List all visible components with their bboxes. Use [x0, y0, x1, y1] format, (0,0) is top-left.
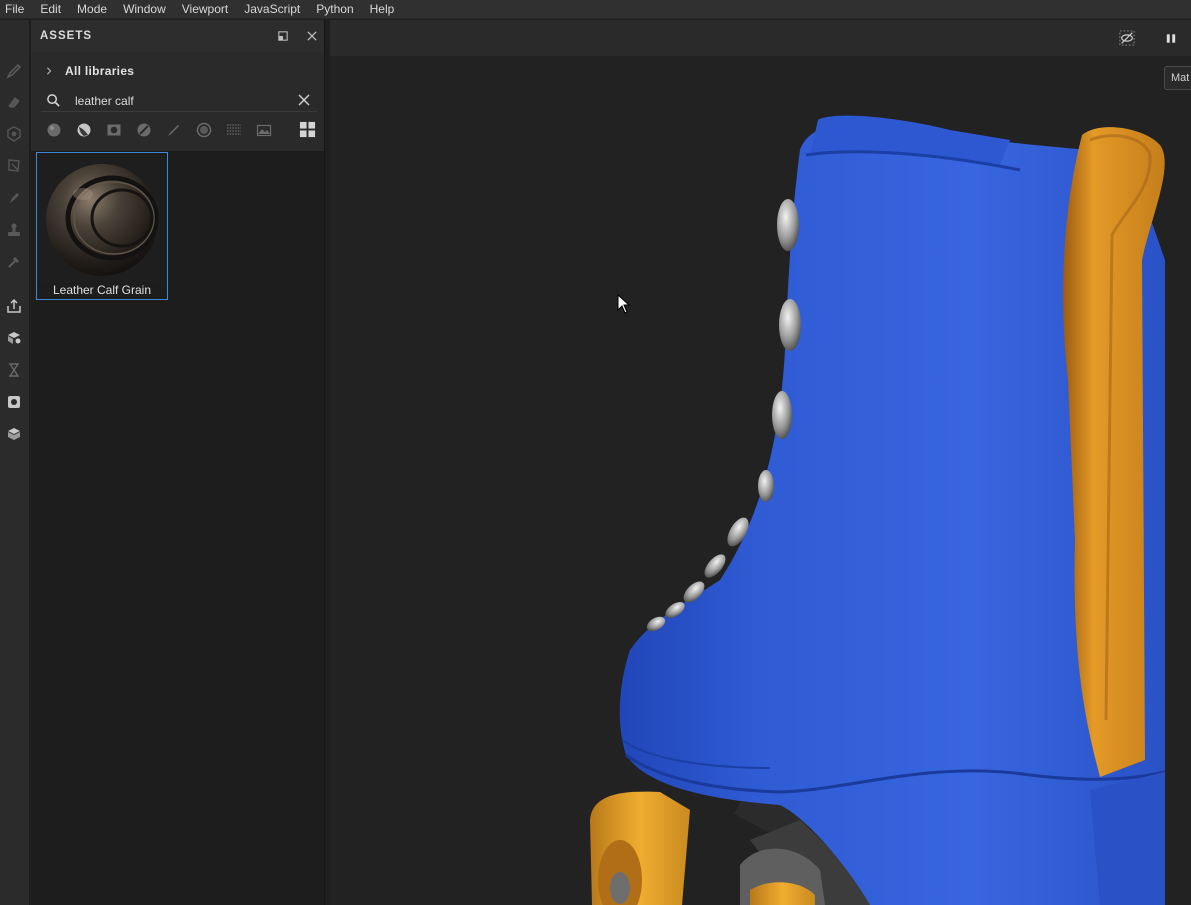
assets-toolarea: All libraries — [31, 52, 324, 151]
menu-bar: File Edit Mode Window Viewport JavaScrip… — [0, 0, 1191, 19]
menu-javascript[interactable]: JavaScript — [238, 0, 310, 19]
iray-render-icon[interactable] — [5, 393, 23, 411]
tool-bar — [0, 20, 30, 905]
environment-filter-icon[interactable] — [255, 121, 273, 139]
assets-panel: ASSETS All libraries leather calf Leathe… — [31, 20, 325, 905]
asset-filter-bar — [45, 120, 317, 140]
projection-icon[interactable] — [5, 125, 23, 143]
3d-viewport[interactable]: Mat — [330, 20, 1191, 905]
display-settings-icon[interactable] — [5, 425, 23, 443]
grid-view-icon[interactable] — [299, 121, 317, 139]
close-icon[interactable] — [304, 28, 320, 44]
mask-filter-icon[interactable] — [105, 121, 123, 139]
asset-name: Leather Calf Grain — [52, 283, 152, 297]
clone-stamp-icon[interactable] — [5, 221, 23, 239]
panel-title: ASSETS — [40, 30, 93, 42]
procedural-filter-icon[interactable] — [225, 121, 243, 139]
paint-brush-icon[interactable] — [5, 62, 23, 80]
alpha-filter-icon[interactable] — [195, 121, 213, 139]
library-selector[interactable]: All libraries — [31, 60, 325, 82]
asset-thumbnail — [38, 154, 166, 282]
smart-material-filter-icon[interactable] — [75, 121, 93, 139]
color-picker-icon[interactable] — [5, 253, 23, 271]
assets-panel-header: ASSETS — [31, 20, 324, 52]
material-mode-tab[interactable]: Mat — [1164, 66, 1191, 90]
search-bar — [41, 90, 317, 112]
menu-python[interactable]: Python — [310, 0, 363, 19]
undock-icon[interactable] — [275, 28, 291, 44]
menu-viewport[interactable]: Viewport — [176, 0, 238, 19]
brush-filter-icon[interactable] — [165, 121, 183, 139]
asset-result-card[interactable]: Leather Calf Grain — [36, 152, 168, 300]
search-input[interactable] — [75, 93, 285, 108]
roller-skate-model[interactable] — [330, 20, 1191, 905]
visibility-toggle-icon[interactable] — [1117, 28, 1137, 48]
chevron-right-icon — [45, 64, 55, 78]
menu-window[interactable]: Window — [117, 0, 176, 19]
menu-help[interactable]: Help — [364, 0, 405, 19]
menu-edit[interactable]: Edit — [34, 0, 71, 19]
menu-file[interactable]: File — [0, 0, 34, 19]
smart-mask-filter-icon[interactable] — [135, 121, 153, 139]
polygon-fill-icon[interactable] — [5, 157, 23, 175]
smudge-icon[interactable] — [5, 189, 23, 207]
pause-icon[interactable] — [1161, 28, 1181, 48]
search-icon — [46, 93, 62, 109]
mouse-cursor-icon — [617, 293, 631, 314]
eraser-icon[interactable] — [5, 93, 23, 111]
export-icon[interactable] — [5, 297, 23, 315]
clear-search-icon[interactable] — [297, 93, 311, 107]
material-filter-icon[interactable] — [45, 121, 63, 139]
menu-mode[interactable]: Mode — [71, 0, 117, 19]
bake-mesh-maps-icon[interactable] — [5, 329, 23, 347]
timeline-icon[interactable] — [5, 361, 23, 379]
library-label: All libraries — [65, 64, 135, 78]
